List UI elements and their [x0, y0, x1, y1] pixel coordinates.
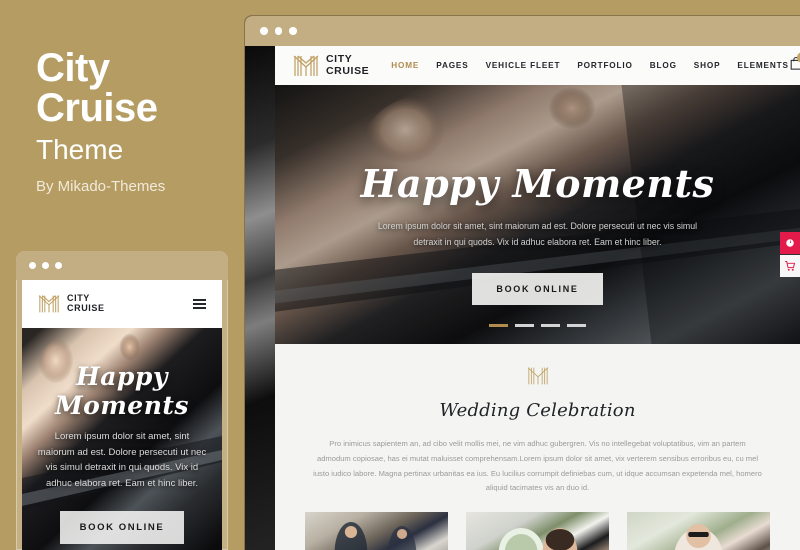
page-side-strip: [245, 46, 275, 550]
slider-pagination: [275, 324, 800, 327]
nav-item-elements[interactable]: ELEMENTS: [737, 61, 788, 70]
cart-button[interactable]: 0: [789, 52, 800, 75]
nav-item-vehicle-fleet[interactable]: VEHICLE FLEET: [486, 61, 561, 70]
book-online-button[interactable]: BOOK ONLINE: [472, 272, 603, 305]
purchase-badge-button[interactable]: [780, 232, 800, 254]
mobile-logo[interactable]: CITY CRUISE: [38, 293, 105, 314]
slider-dot-2[interactable]: [515, 324, 534, 327]
city-cruise-emblem-icon: [527, 366, 549, 386]
promo-byline: By Mikado-Themes: [36, 178, 166, 195]
site-header: CITY CRUISE HOME PAGES VEHICLE FLEET PORT…: [275, 46, 800, 85]
browser-viewport: CITY CRUISE HOME PAGES VEHICLE FLEET PORT…: [245, 46, 800, 550]
promo-title: City Cruise: [36, 48, 236, 128]
city-cruise-emblem-icon: [38, 294, 60, 314]
gallery-item[interactable]: [627, 512, 770, 550]
hamburger-menu-icon[interactable]: [193, 299, 206, 309]
nav-item-pages[interactable]: PAGES: [436, 61, 468, 70]
promo-title-line1: City: [36, 46, 110, 90]
gallery-photo-2: [466, 512, 609, 550]
section-body-text: Pro inimicus sapientem an, ad cibo velit…: [313, 439, 762, 493]
mobile-hero-description: Lorem ipsum dolor sit amet, sint maiorum…: [37, 431, 207, 490]
gallery-item[interactable]: [466, 512, 609, 550]
slider-dot-4[interactable]: [567, 324, 586, 327]
mobile-window-bar: [16, 251, 228, 280]
mobile-book-online-button[interactable]: BOOK ONLINE: [59, 510, 185, 544]
main-navigation: HOME PAGES VEHICLE FLEET PORTFOLIO BLOG …: [391, 61, 789, 70]
mobile-screen: CITY CRUISE Happy Moments Lorem ipsum dol…: [22, 280, 222, 550]
hero-description: Lorem ipsum dolor sit amet, sint maiorum…: [377, 221, 698, 248]
city-cruise-emblem-icon: [293, 54, 319, 78]
mobile-hero-content: Happy Moments Lorem ipsum dolor sit amet…: [22, 362, 222, 544]
hero-content: Happy Moments Lorem ipsum dolor sit amet…: [275, 161, 800, 305]
mobile-mockup: CITY CRUISE Happy Moments Lorem ipsum dol…: [16, 251, 228, 550]
hero-title: Happy Moments: [360, 161, 715, 206]
gallery-item[interactable]: [305, 512, 448, 550]
mobile-site-header: CITY CRUISE: [22, 280, 222, 328]
slider-dot-1[interactable]: [489, 324, 508, 327]
mobile-logo-text: CITY CRUISE: [67, 293, 105, 313]
browser-window: CITY CRUISE HOME PAGES VEHICLE FLEET PORT…: [245, 16, 800, 550]
floating-widgets: [780, 232, 800, 277]
browser-title-bar: [245, 16, 800, 46]
wedding-section: Wedding Celebration Pro inimicus sapient…: [275, 344, 800, 497]
image-gallery: [275, 496, 800, 550]
nav-item-shop[interactable]: SHOP: [694, 61, 721, 70]
mobile-window-dots: [29, 262, 62, 269]
shopping-cart-icon: [784, 260, 796, 272]
mobile-hero: Happy Moments Lorem ipsum dolor sit amet…: [22, 328, 222, 550]
purchase-badge-icon: [784, 237, 796, 249]
site-logo[interactable]: CITY CRUISE: [293, 54, 369, 78]
header-tools: 0: [789, 52, 800, 75]
section-title: Wedding Celebration: [439, 400, 636, 421]
promo-title-line2: Cruise: [36, 86, 158, 130]
hero-slider: Happy Moments Lorem ipsum dolor sit amet…: [275, 85, 800, 344]
promo-panel: City Cruise Theme By Mikado-Themes CITY C…: [0, 0, 245, 550]
slider-dot-3[interactable]: [541, 324, 560, 327]
nav-item-home[interactable]: HOME: [391, 61, 419, 70]
mobile-hero-title: Happy Moments: [54, 362, 189, 420]
browser-window-dots: [260, 27, 297, 35]
promo-subtitle: Theme: [36, 134, 124, 165]
gallery-photo-3: [627, 512, 770, 550]
cart-widget-button[interactable]: [780, 255, 800, 277]
nav-item-blog[interactable]: BLOG: [650, 61, 677, 70]
nav-item-portfolio[interactable]: PORTFOLIO: [577, 61, 632, 70]
website-content: CITY CRUISE HOME PAGES VEHICLE FLEET PORT…: [275, 46, 800, 550]
site-logo-text: CITY CRUISE: [326, 53, 370, 77]
gallery-photo-1: [305, 512, 448, 550]
